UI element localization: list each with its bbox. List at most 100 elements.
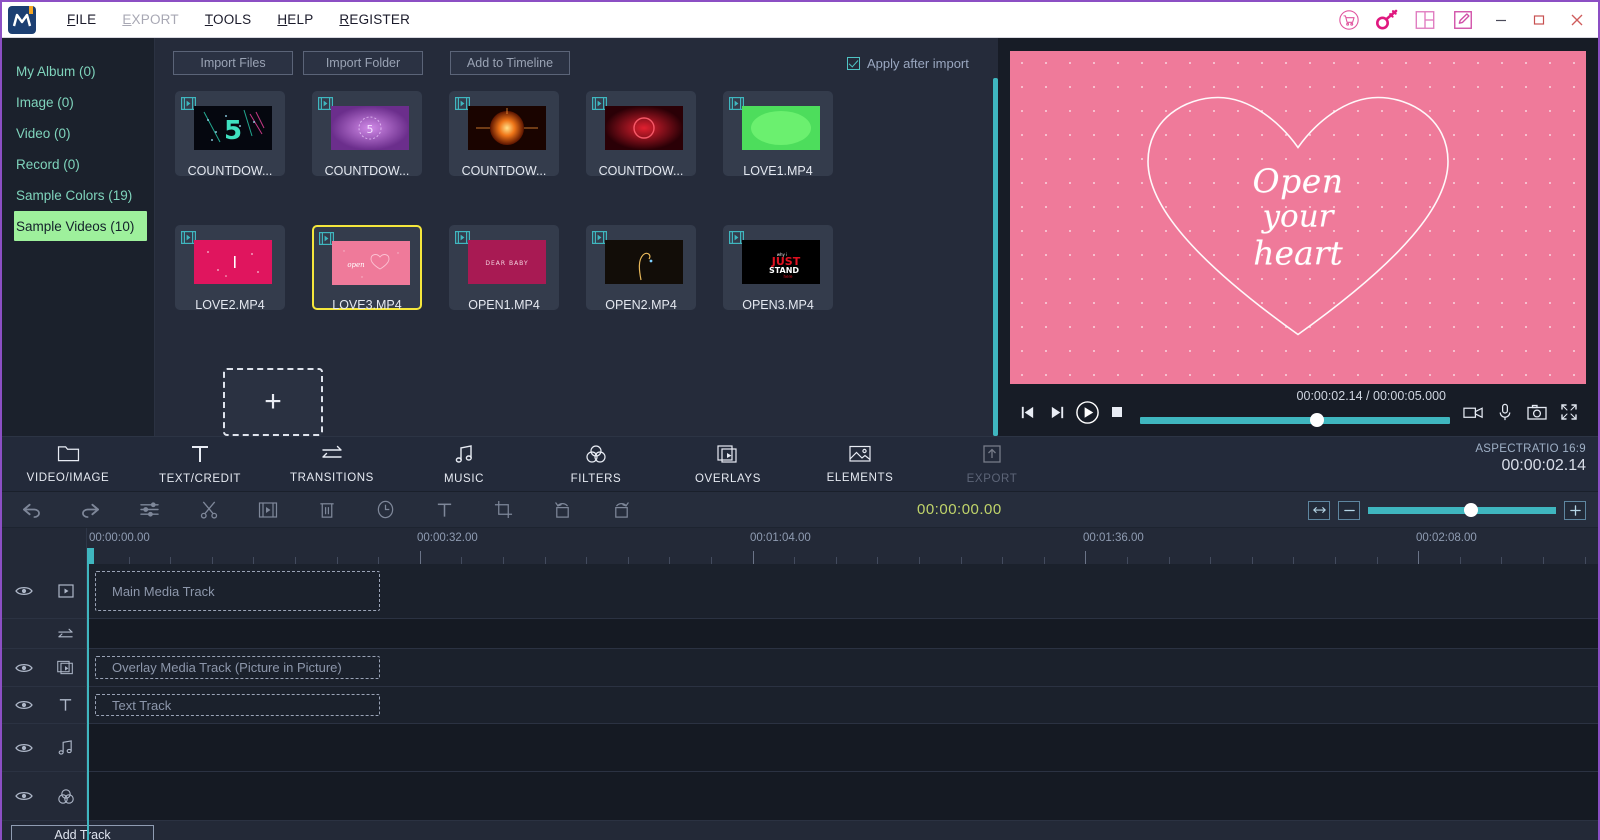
film-frame-icon[interactable]	[238, 492, 297, 528]
music-note-icon[interactable]	[45, 739, 86, 756]
transitions-arrows-icon[interactable]	[45, 627, 86, 641]
eye-icon[interactable]	[2, 790, 45, 802]
sidebar-item-image[interactable]: Image (0)	[2, 87, 154, 117]
feature-video-image[interactable]: VIDEO/IMAGE	[2, 444, 134, 484]
shopping-cart-icon[interactable]	[1330, 3, 1368, 37]
redo-icon[interactable]	[61, 492, 120, 528]
timeline-ruler[interactable]: 00:00:00.00 00:00:32.00 00:01:04.00 00:0…	[2, 528, 1598, 564]
play-button[interactable]	[1072, 397, 1102, 427]
video-preview[interactable]: Open your heart	[1010, 51, 1586, 384]
eye-icon[interactable]	[2, 585, 45, 597]
menu-item-file[interactable]: FFILEILE	[54, 8, 109, 31]
duration-clock-icon[interactable]	[356, 492, 415, 528]
feature-overlays[interactable]: OVERLAYS	[662, 444, 794, 485]
media-item-love2[interactable]: LOVE2.MP4	[175, 225, 285, 310]
ruler-tick	[919, 557, 920, 564]
rotate-left-icon[interactable]	[533, 492, 592, 528]
media-item-countdown-3[interactable]: COUNTDOW...	[449, 91, 559, 176]
import-folder-button[interactable]: Import Folder	[303, 51, 423, 75]
menu-item-register[interactable]: REGISTER	[326, 8, 423, 31]
track-lane[interactable]: Main Media Track	[87, 564, 1598, 618]
previous-frame-button[interactable]	[1012, 397, 1042, 427]
track-lane[interactable]	[87, 619, 1598, 648]
rotate-right-icon[interactable]	[592, 492, 651, 528]
layout-panels-icon[interactable]	[1406, 3, 1444, 37]
feature-label: MUSIC	[444, 473, 484, 485]
media-item-open1[interactable]: DEAR BABY OPEN1.MP4	[449, 225, 559, 310]
feature-export[interactable]: EXPORT	[926, 444, 1058, 485]
edit-pencil-icon[interactable]	[1444, 3, 1482, 37]
playhead-marker[interactable]	[87, 548, 94, 564]
media-item-open2[interactable]: OPEN2.MP4	[586, 225, 696, 310]
zoom-slider-handle[interactable]	[1464, 503, 1478, 517]
track-lane[interactable]: Text Track	[87, 687, 1598, 723]
sidebar-item-video[interactable]: Video (0)	[2, 118, 154, 148]
playback-slider[interactable]: 00:00:02.14 / 00:00:05.000	[1140, 397, 1450, 427]
feature-music[interactable]: MUSIC	[398, 444, 530, 485]
microphone-icon[interactable]	[1490, 397, 1520, 427]
sidebar-item-sample-videos[interactable]: Sample Videos (10)	[14, 211, 147, 241]
sidebar-item-sample-colors[interactable]: Sample Colors (19)	[2, 180, 154, 210]
maximize-button[interactable]	[1520, 3, 1558, 37]
track-music[interactable]	[2, 724, 1598, 772]
checkbox-box[interactable]	[847, 57, 860, 70]
delete-trash-icon[interactable]	[297, 492, 356, 528]
cut-scissors-icon[interactable]	[179, 492, 238, 528]
text-t-icon[interactable]	[45, 697, 86, 713]
add-to-timeline-button[interactable]: Add to Timeline	[450, 51, 570, 75]
playback-track[interactable]	[1140, 417, 1450, 424]
undo-icon[interactable]	[2, 492, 61, 528]
overlay-clip-icon[interactable]	[45, 660, 86, 675]
zoom-out-button[interactable]	[1338, 501, 1360, 520]
minimize-button[interactable]	[1482, 3, 1520, 37]
ruler-scale[interactable]: 00:00:00.00 00:00:32.00 00:01:04.00 00:0…	[87, 528, 1598, 564]
menu-item-tools[interactable]: TOOLS	[192, 8, 265, 31]
stop-button[interactable]	[1102, 397, 1132, 427]
media-item-countdown-1[interactable]: 5 COUNTDOW...	[175, 91, 285, 176]
fit-width-icon[interactable]	[1308, 501, 1330, 520]
menu-item-export[interactable]: EXPORT	[109, 8, 191, 31]
track-transition[interactable]	[2, 619, 1598, 649]
close-button[interactable]	[1558, 3, 1596, 37]
camera-icon[interactable]	[1522, 397, 1552, 427]
track-text[interactable]: Text Track	[2, 687, 1598, 724]
add-track-button[interactable]: Add Track	[11, 825, 154, 840]
apply-after-import-checkbox[interactable]: Apply after import	[847, 56, 969, 71]
import-files-button[interactable]: Import Files	[173, 51, 293, 75]
key-icon[interactable]	[1368, 3, 1406, 37]
eye-icon[interactable]	[2, 699, 45, 711]
crop-icon[interactable]	[474, 492, 533, 528]
media-item-love1[interactable]: LOVE1.MP4	[723, 91, 833, 176]
sidebar-item-my-album[interactable]: My Album (0)	[2, 56, 154, 86]
eye-icon[interactable]	[2, 742, 45, 754]
text-t-icon[interactable]	[415, 492, 474, 528]
track-overlay-media[interactable]: Overlay Media Track (Picture in Picture)	[2, 649, 1598, 687]
feature-transitions[interactable]: TRANSITIONS	[266, 444, 398, 484]
media-item-love3[interactable]: open LOVE3.MP4	[312, 225, 422, 310]
eye-icon[interactable]	[2, 662, 45, 674]
media-thumbnail	[605, 106, 683, 150]
playback-handle[interactable]	[1310, 413, 1324, 427]
media-item-countdown-4[interactable]: COUNTDOW...	[586, 91, 696, 176]
feature-filters[interactable]: FILTERS	[530, 444, 662, 485]
menu-item-help[interactable]: HELP	[264, 8, 326, 31]
feature-elements[interactable]: ELEMENTS	[794, 444, 926, 484]
fullscreen-button[interactable]	[1554, 397, 1584, 427]
camcorder-icon[interactable]	[1458, 397, 1488, 427]
video-clip-icon[interactable]	[45, 584, 86, 598]
zoom-slider[interactable]	[1368, 507, 1556, 514]
track-main-media[interactable]: Main Media Track	[2, 564, 1598, 619]
next-frame-button[interactable]	[1042, 397, 1072, 427]
media-item-countdown-2[interactable]: 5 COUNTDOW...	[312, 91, 422, 176]
track-lane[interactable]	[87, 724, 1598, 771]
track-lane[interactable]	[87, 772, 1598, 820]
feature-text-credit[interactable]: TEXT/CREDIT	[134, 444, 266, 485]
track-lane[interactable]: Overlay Media Track (Picture in Picture)	[87, 649, 1598, 686]
media-item-open3[interactable]: why i JUST STAND here OPEN3.MP4	[723, 225, 833, 310]
track-filter[interactable]	[2, 772, 1598, 820]
add-media-button[interactable]: +	[223, 368, 323, 436]
zoom-in-button[interactable]	[1564, 501, 1586, 520]
filters-circles-icon[interactable]	[45, 788, 86, 805]
sidebar-item-record[interactable]: Record (0)	[2, 149, 154, 179]
settings-sliders-icon[interactable]	[120, 492, 179, 528]
